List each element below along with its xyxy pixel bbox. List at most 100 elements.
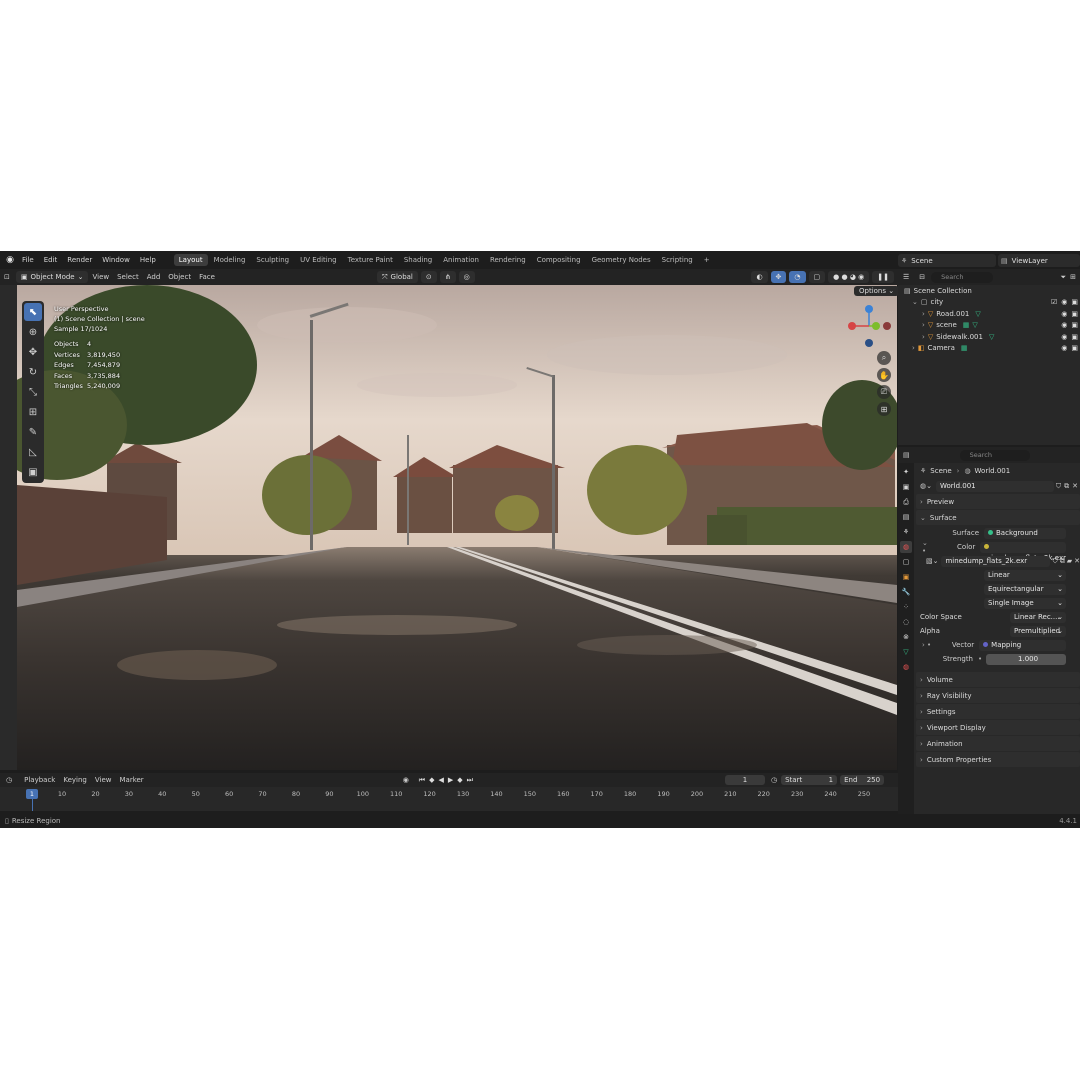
gizmo-toggle[interactable]: ✥ [770, 271, 787, 283]
prev-key-icon[interactable]: ◆ [427, 776, 436, 784]
camera-render-icon[interactable]: ▣ [1071, 310, 1078, 318]
zoom-icon[interactable]: ⌕ [877, 351, 891, 365]
visibility-dropdown[interactable]: ◐ [751, 271, 768, 283]
constraint-tab-icon[interactable]: ⊗ [900, 631, 912, 643]
add-cube-tool-icon[interactable]: ▣ [24, 463, 42, 481]
record-icon[interactable]: ◉ [403, 776, 409, 784]
panel-settings[interactable]: › Settings [916, 704, 1080, 719]
navigation-gizmo[interactable] [846, 303, 892, 349]
unlink-icon[interactable]: ✕ [1072, 482, 1078, 490]
viewport-menu-object[interactable]: Object [164, 273, 195, 281]
timeline-menu-playback[interactable]: Playback [20, 776, 59, 784]
vector-expand-icon[interactable]: › • [922, 641, 931, 649]
filter-icon[interactable]: ⏷ [1061, 273, 1067, 282]
jump-end-icon[interactable]: ⏭ [465, 776, 475, 785]
camera-view-icon[interactable]: ⎚ [877, 385, 891, 399]
source-dropdown[interactable]: Single Image ⌄ [984, 597, 1066, 609]
timeline-menu-keying[interactable]: Keying [59, 776, 91, 784]
scene-selector[interactable]: ⚘ Scene [898, 254, 996, 267]
tab-layout[interactable]: Layout [173, 254, 208, 266]
tab-sculpting[interactable]: Sculpting [251, 254, 294, 266]
eye-icon[interactable]: ◉ [1061, 321, 1067, 329]
tab-geometry-nodes[interactable]: Geometry Nodes [587, 254, 656, 266]
outliner-item-city[interactable]: ⌄ ▢ city ☑ ◉ ▣ [898, 297, 1080, 309]
tab-rendering[interactable]: Rendering [485, 254, 531, 266]
projection-dropdown[interactable]: Equirectangular ⌄ [984, 583, 1066, 595]
viewport-options-button[interactable]: Options ⌄ [854, 286, 900, 296]
alpha-dropdown[interactable]: Premultiplied ⌄ [1010, 625, 1066, 637]
shading-mode-buttons[interactable]: ● ● ◕ ◉ [828, 271, 870, 283]
timeline-menu-view[interactable]: View [91, 776, 116, 784]
viewport-menu-select[interactable]: Select [113, 273, 143, 281]
material-tab-icon[interactable]: ◍ [900, 661, 912, 673]
outliner-item-scene[interactable]: › ▽ scene ▦ ▽ ◉ ▣ [898, 320, 1080, 332]
camera-render-icon[interactable]: ▣ [1071, 344, 1078, 352]
snapping-toggle[interactable]: ⋔ [439, 271, 456, 283]
outliner-item-road[interactable]: › ▽ Road.001 ▽ ◉ ▣ [898, 308, 1080, 320]
scene-tab-icon[interactable]: ⚘ [900, 526, 912, 538]
panel-viewport-display[interactable]: › Viewport Display [916, 720, 1080, 735]
panel-surface[interactable]: ⌄ Surface [916, 510, 1080, 525]
panel-volume[interactable]: › Volume [916, 672, 1080, 687]
timeline-ruler[interactable]: 1 10 20 30 40 50 60 70 80 90 100 110 120 130 140 150 160… [0, 787, 898, 811]
open-folder-icon[interactable]: ▰ [1067, 557, 1072, 565]
rotate-tool-icon[interactable]: ↻ [24, 363, 42, 381]
particles-tab-icon[interactable]: ⁘ [900, 601, 912, 613]
object-mode-dropdown[interactable]: ▣ Object Mode ⌄ [15, 271, 89, 283]
modifier-tab-icon[interactable]: 🔧 [900, 586, 912, 598]
color-texture-field[interactable]: minedump_flats_2k.exr [980, 541, 1066, 562]
duplicate-icon[interactable]: ⧉ [1064, 482, 1069, 491]
color-space-dropdown[interactable]: Linear Rec.... ⌄ [1010, 611, 1066, 623]
outliner-scene-collection[interactable]: ▤ Scene Collection [898, 285, 1080, 297]
move-tool-icon[interactable]: ✥ [24, 343, 42, 361]
panel-custom-properties[interactable]: › Custom Properties [916, 752, 1080, 767]
image-name-field[interactable]: minedump_flats_2k.exr [941, 555, 1051, 567]
3d-viewport[interactable] [17, 285, 897, 770]
world-name-field[interactable]: World.001 [935, 480, 1054, 492]
transform-orientation-dropdown[interactable]: ⤧ Global [376, 271, 418, 283]
viewport-menu-add[interactable]: Add [143, 273, 165, 281]
data-tab-icon[interactable]: ▽ [900, 646, 912, 658]
eye-icon[interactable]: ◉ [1061, 310, 1067, 318]
pause-icon[interactable]: ❚❚ [872, 271, 894, 283]
display-mode-icon[interactable]: ⊟ [919, 273, 925, 281]
pan-hand-icon[interactable]: ✋ [877, 368, 891, 382]
transform-tool-icon[interactable]: ⊞ [24, 403, 42, 421]
end-frame-field[interactable]: End 250 [840, 775, 885, 785]
add-workspace-icon[interactable]: + [699, 254, 715, 266]
view-layer-tab-icon[interactable]: ▤ [900, 511, 912, 523]
camera-render-icon[interactable]: ▣ [1071, 298, 1078, 306]
camera-render-icon[interactable]: ▣ [1071, 333, 1078, 341]
select-tool-icon[interactable]: ⬉ [24, 303, 42, 321]
surface-shader-field[interactable]: Background [984, 527, 1066, 539]
strength-slider[interactable]: 1.000 [986, 653, 1066, 665]
eye-icon[interactable]: ◉ [1061, 344, 1067, 352]
editor-type-icon[interactable]: ⊡ [4, 273, 10, 281]
tab-texture-paint[interactable]: Texture Paint [343, 254, 398, 266]
tool-tab-icon[interactable]: ✦ [900, 466, 912, 478]
tab-compositing[interactable]: Compositing [532, 254, 586, 266]
menu-file[interactable]: File [17, 251, 39, 269]
render-tab-icon[interactable]: ▣ [900, 481, 912, 493]
pivot-point-dropdown[interactable]: ⊙ [420, 271, 437, 283]
properties-editor-icon[interactable]: ▤ [903, 451, 910, 459]
scale-tool-icon[interactable]: ⤡ [24, 383, 42, 401]
jump-start-icon[interactable]: ⏮ [417, 776, 427, 785]
menu-window[interactable]: Window [97, 251, 135, 269]
xray-toggle[interactable]: ▢ [808, 271, 826, 283]
eye-icon[interactable]: ◉ [1061, 298, 1067, 306]
outliner-search-input[interactable]: Search [931, 271, 994, 283]
outliner-editor-icon[interactable]: ☰ [903, 273, 909, 281]
panel-ray-visibility[interactable]: › Ray Visibility [916, 688, 1080, 703]
menu-edit[interactable]: Edit [39, 251, 63, 269]
overlay-toggle[interactable]: ◔ [789, 271, 806, 283]
play-icon[interactable]: ▶ [446, 776, 455, 784]
tab-animation[interactable]: Animation [438, 254, 484, 266]
tab-scripting[interactable]: Scripting [657, 254, 698, 266]
panel-animation[interactable]: › Animation [916, 736, 1080, 751]
panel-preview[interactable]: › Preview [916, 494, 1080, 509]
tab-modeling[interactable]: Modeling [209, 254, 251, 266]
next-key-icon[interactable]: ◆ [455, 776, 464, 784]
play-reverse-icon[interactable]: ◀ [437, 776, 446, 784]
eye-icon[interactable]: ◉ [1061, 333, 1067, 341]
